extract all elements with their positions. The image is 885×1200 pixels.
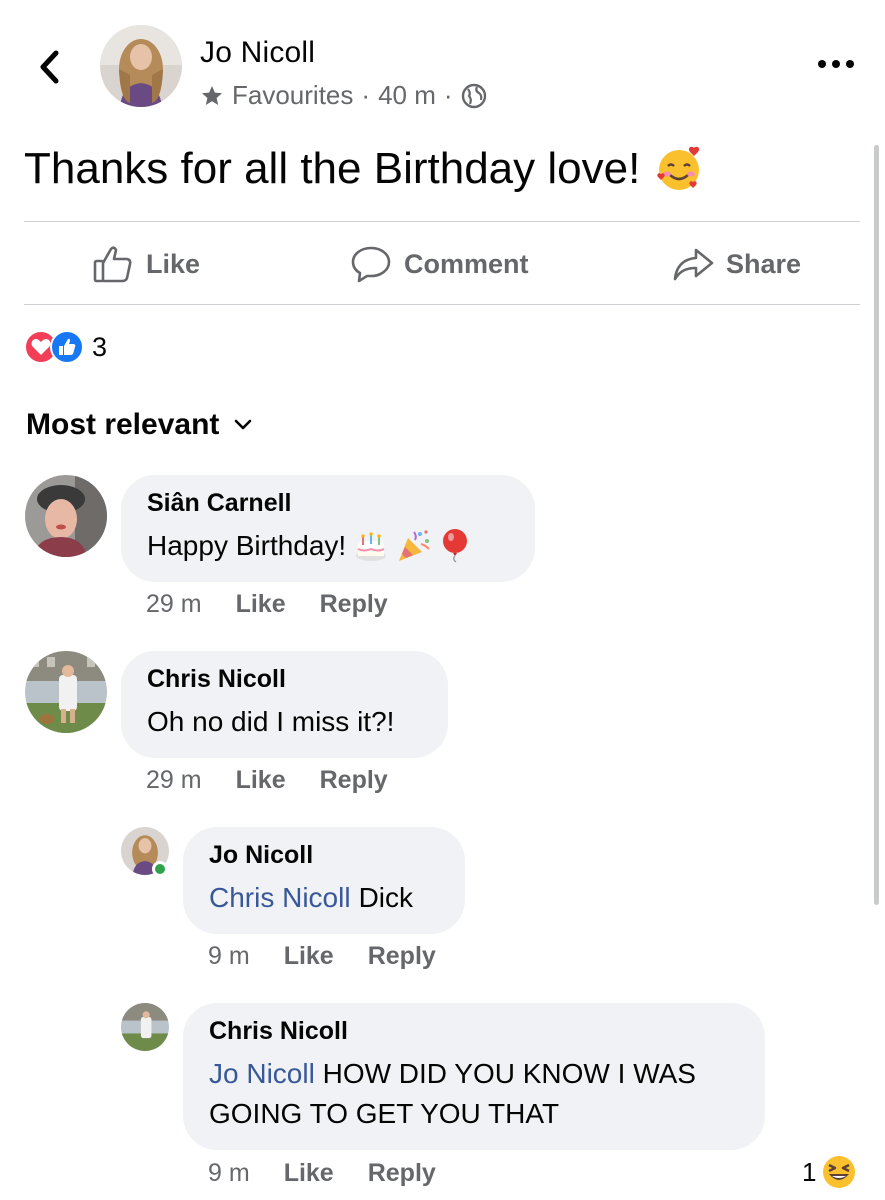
- comment-like-button[interactable]: Like: [236, 590, 286, 619]
- mention-link[interactable]: Jo Nicoll: [209, 1058, 315, 1089]
- commenter-name[interactable]: Siân Carnell: [147, 489, 509, 518]
- reply-body-line2: GOING TO GET YOU THAT: [209, 1098, 560, 1129]
- reactions-summary[interactable]: 3: [24, 330, 107, 364]
- post-body: Thanks for all the Birthday love!: [24, 144, 641, 193]
- globe-icon: [461, 83, 486, 108]
- star-icon: [202, 85, 222, 105]
- comment-bubble[interactable]: Siân Carnell Happy Birthday!: [121, 475, 535, 582]
- chevron-left-icon: [40, 50, 59, 84]
- reply-bubble[interactable]: Jo Nicoll Chris Nicoll Dick: [183, 827, 465, 934]
- reply-time[interactable]: 9 m: [208, 1159, 250, 1188]
- back-button[interactable]: [34, 48, 68, 86]
- divider: [24, 221, 860, 222]
- sort-label: Most relevant: [26, 408, 220, 441]
- comment-button[interactable]: Comment: [350, 243, 529, 285]
- laughing-face-icon: [823, 1156, 856, 1188]
- comment-actions: 29 m Like Reply: [146, 766, 388, 795]
- mention-link[interactable]: Chris Nicoll: [209, 878, 351, 918]
- commenter-avatar[interactable]: [25, 475, 107, 557]
- comment-reply-button[interactable]: Reply: [320, 590, 388, 619]
- chevron-down-icon: [235, 419, 252, 430]
- replier-name[interactable]: Chris Nicoll: [209, 1017, 739, 1046]
- reply-avatar-wrapper[interactable]: [121, 827, 169, 877]
- comment-bubble[interactable]: Chris Nicoll Oh no did I miss it?!: [121, 651, 448, 758]
- post-meta: Favourites · 40 m ·: [200, 80, 487, 111]
- reply-text: Chris Nicoll Dick: [209, 878, 439, 918]
- like-reaction-icon: [50, 330, 84, 364]
- more-options-button[interactable]: [818, 56, 854, 72]
- birthday-cake-icon: [356, 532, 387, 561]
- smiling-face-with-hearts-icon: [657, 146, 700, 190]
- reply-reply-button[interactable]: Reply: [368, 942, 436, 971]
- separator: ·: [443, 80, 453, 110]
- share-label: Share: [726, 248, 802, 279]
- author-avatar[interactable]: [100, 25, 182, 107]
- comment-time[interactable]: 29 m: [146, 766, 202, 795]
- commenter-name[interactable]: Chris Nicoll: [147, 665, 422, 694]
- comment-text: Happy Birthday!: [147, 526, 509, 566]
- thumbs-up-icon: [93, 246, 132, 283]
- like-label: Like: [146, 248, 201, 279]
- reply-text: Jo Nicoll HOW DID YOU KNOW I WAS GOING T…: [209, 1054, 739, 1134]
- comment-time[interactable]: 29 m: [146, 590, 202, 619]
- reply-bubble[interactable]: Chris Nicoll Jo Nicoll HOW DID YOU KNOW …: [183, 1003, 765, 1150]
- divider: [24, 304, 860, 305]
- post-time[interactable]: 40 m: [378, 80, 436, 111]
- balloon-icon: [443, 529, 468, 563]
- replier-avatar[interactable]: [121, 1003, 169, 1051]
- reply-like-button[interactable]: Like: [284, 1159, 334, 1188]
- reply-like-button[interactable]: Like: [284, 942, 334, 971]
- comment-body: Happy Birthday!: [147, 530, 347, 561]
- comment-text: Oh no did I miss it?!: [147, 702, 422, 742]
- party-popper-icon: [399, 530, 430, 561]
- comment-actions: 29 m Like Reply: [146, 590, 388, 619]
- scrollbar[interactable]: [874, 145, 879, 905]
- comment-sort-dropdown[interactable]: Most relevant: [26, 408, 253, 442]
- reply-body: Dick: [358, 882, 414, 913]
- reply-actions: 9 m Like Reply: [208, 942, 436, 971]
- replier-name[interactable]: Jo Nicoll: [209, 841, 439, 870]
- audience-label: Favourites: [232, 80, 354, 110]
- dot-icon: [846, 60, 854, 68]
- reply-reply-button[interactable]: Reply: [368, 1159, 436, 1188]
- separator: ·: [361, 80, 371, 110]
- comment-like-button[interactable]: Like: [236, 766, 286, 795]
- dot-icon: [832, 60, 840, 68]
- reaction-count: 3: [92, 331, 108, 362]
- comment-label: Comment: [404, 248, 529, 279]
- reply-actions: 9 m Like Reply: [208, 1159, 436, 1188]
- commenter-avatar[interactable]: [25, 651, 107, 733]
- reply-body-line1: HOW DID YOU KNOW I WAS: [322, 1058, 696, 1089]
- reply-reaction-count: 1: [802, 1156, 817, 1187]
- share-button[interactable]: Share: [672, 243, 801, 285]
- post-author-name[interactable]: Jo Nicoll: [200, 36, 315, 70]
- reply-time[interactable]: 9 m: [208, 942, 250, 971]
- comment-icon: [351, 246, 391, 283]
- share-icon: [673, 248, 714, 281]
- post-text: Thanks for all the Birthday love!: [24, 144, 704, 194]
- like-button[interactable]: Like: [92, 243, 200, 285]
- online-status-indicator: [152, 861, 168, 877]
- dot-icon: [818, 60, 826, 68]
- comment-body: Oh no did I miss it?!: [147, 706, 395, 737]
- comment-reply-button[interactable]: Reply: [320, 766, 388, 795]
- reply-reaction-summary[interactable]: 1: [802, 1153, 858, 1191]
